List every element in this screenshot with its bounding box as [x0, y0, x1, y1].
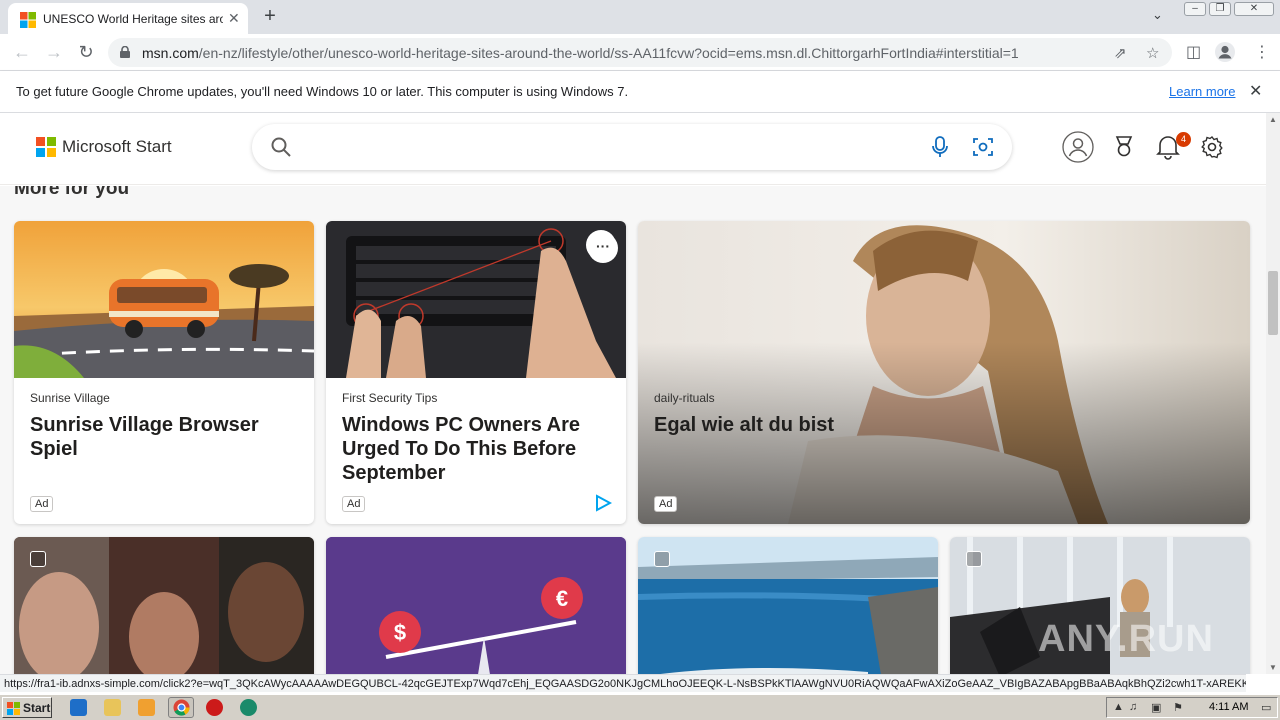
msn-header: Microsoft Start 4 [0, 113, 1266, 185]
opera-icon[interactable] [206, 699, 223, 716]
feed-card-currency[interactable]: $ € [326, 537, 626, 674]
gallery-icon [654, 551, 670, 567]
close-window-button[interactable]: ✕ [1234, 2, 1274, 16]
card-image-woman-portrait [638, 221, 1250, 524]
gallery-icon [30, 551, 46, 567]
scrollbar-thumb[interactable] [1268, 271, 1278, 335]
tab-strip: UNESCO World Heritage sites around the w… [0, 0, 1280, 34]
feed-card-sunrise-village[interactable]: Sunrise Village Sunrise Village Browser … [14, 221, 314, 524]
link-status-bubble: https://fra1-ib.adnxs-simple.com/click2?… [0, 674, 1246, 692]
microsoft-logo-icon[interactable] [36, 137, 56, 157]
account-icon[interactable] [1062, 131, 1094, 163]
windows-taskbar: Start ▲ ♫ ▣ ⚑ 4:11 AM ▭ [0, 694, 1280, 720]
back-arrow-icon[interactable]: ← [10, 42, 34, 63]
tab-close-icon[interactable]: ✕ [228, 10, 240, 27]
card-headline[interactable]: Windows PC Owners Are Urged To Do This B… [342, 413, 610, 485]
card-source: Sunrise Village [30, 391, 110, 405]
rewards-medal-icon[interactable] [1110, 131, 1138, 163]
visual-search-icon[interactable] [972, 136, 994, 158]
card-image-bus-sunset [14, 221, 314, 378]
toolbar: ← → ↻ msn.com/en-nz/lifestyle/other/unes… [0, 34, 1280, 71]
scroll-down-icon[interactable]: ▼ [1269, 663, 1277, 672]
update-infobar: To get future Google Chrome updates, you… [0, 71, 1280, 113]
feed-card-daily-rituals[interactable]: daily-rituals Egal wie alt du bist Ad [638, 221, 1250, 524]
side-panel-icon[interactable]: ◫ [1186, 42, 1201, 62]
settings-gear-icon[interactable] [1198, 131, 1226, 163]
ad-label: Ad [342, 496, 366, 512]
share-icon[interactable]: ⇗ [1114, 44, 1127, 62]
start-label: Start [23, 701, 51, 715]
search-box[interactable] [252, 124, 1012, 170]
lock-icon[interactable] [120, 46, 130, 58]
section-title: More for you [14, 186, 130, 199]
card-headline[interactable]: Sunrise Village Browser Spiel [30, 413, 298, 461]
feed-area: More for you Sunrise Village Sunrise Vil… [0, 186, 1266, 674]
bookmark-star-icon[interactable]: ☆ [1146, 44, 1159, 62]
gallery-icon [966, 551, 982, 567]
learn-more-link[interactable]: Learn more [1169, 84, 1235, 99]
start-button[interactable]: Start [2, 697, 52, 718]
card-image-movie-collage [14, 537, 314, 674]
card-image-keyboard [326, 221, 626, 378]
restore-button[interactable]: ❐ [1209, 2, 1231, 16]
microphone-icon[interactable] [930, 136, 950, 158]
address-bar[interactable]: msn.com/en-nz/lifestyle/other/unesco-wor… [108, 38, 1172, 67]
volume-icon[interactable]: ♫ [1129, 701, 1137, 713]
internet-explorer-icon[interactable] [70, 699, 87, 716]
msn-favicon-icon [20, 12, 36, 28]
minimize-button[interactable]: – [1184, 2, 1206, 16]
search-icon [271, 137, 291, 157]
card-image-currency-scale: $ € [326, 537, 626, 674]
new-tab-button[interactable]: + [260, 5, 280, 28]
windows-flag-icon [7, 702, 20, 715]
infobar-close-icon[interactable]: ✕ [1249, 81, 1262, 101]
ad-choices-icon[interactable] [594, 494, 612, 512]
svg-text:€: € [556, 586, 568, 611]
card-source: daily-rituals [654, 391, 715, 405]
chrome-taskbar-button[interactable] [168, 697, 194, 718]
chrome-icon [173, 699, 190, 716]
profile-avatar-icon[interactable] [1214, 41, 1236, 63]
reload-icon[interactable]: ↻ [74, 42, 98, 63]
url-text[interactable]: msn.com/en-nz/lifestyle/other/unesco-wor… [142, 45, 1019, 61]
ad-label: Ad [30, 496, 54, 512]
system-tray: ▲ ♫ ▣ ⚑ 4:11 AM ▭ [1106, 697, 1278, 718]
page-scrollbar[interactable]: ▲ ▼ [1266, 113, 1280, 674]
notification-badge: 4 [1176, 132, 1191, 147]
card-image-coastline [638, 537, 938, 674]
anyrun-watermark: ANY.RUN [1038, 618, 1214, 660]
edge-icon[interactable] [240, 699, 257, 716]
forward-arrow-icon[interactable]: → [42, 42, 66, 63]
feed-card-security-tips[interactable]: ··· First Security Tips Windows PC Owner… [326, 221, 626, 524]
tray-expand-icon[interactable]: ▲ [1113, 701, 1124, 713]
infobar-message: To get future Google Chrome updates, you… [16, 84, 629, 99]
network-icon[interactable]: ▣ [1151, 701, 1161, 714]
feed-card-movie-faces[interactable] [14, 537, 314, 674]
feed-card-coastline[interactable] [638, 537, 938, 674]
more-options-button[interactable]: ··· [588, 233, 618, 263]
tab-title: UNESCO World Heritage sites around the w… [43, 12, 223, 26]
file-explorer-icon[interactable] [104, 699, 121, 716]
active-tab[interactable]: UNESCO World Heritage sites around the w… [8, 3, 248, 34]
ad-label: Ad [654, 496, 678, 512]
scroll-up-icon[interactable]: ▲ [1269, 115, 1277, 124]
clock[interactable]: 4:11 AM [1209, 701, 1249, 713]
chrome-menu-icon[interactable]: ⋮ [1254, 42, 1270, 62]
tab-search-chevron-icon[interactable]: ⌄ [1152, 7, 1163, 23]
brand-name[interactable]: Microsoft Start [62, 137, 172, 157]
action-center-flag-icon[interactable]: ⚑ [1173, 701, 1183, 714]
show-desktop-icon[interactable]: ▭ [1261, 701, 1271, 714]
svg-text:$: $ [394, 620, 406, 645]
media-player-icon[interactable] [138, 699, 155, 716]
card-headline[interactable]: Egal wie alt du bist [654, 413, 1234, 437]
card-source: First Security Tips [342, 391, 438, 405]
